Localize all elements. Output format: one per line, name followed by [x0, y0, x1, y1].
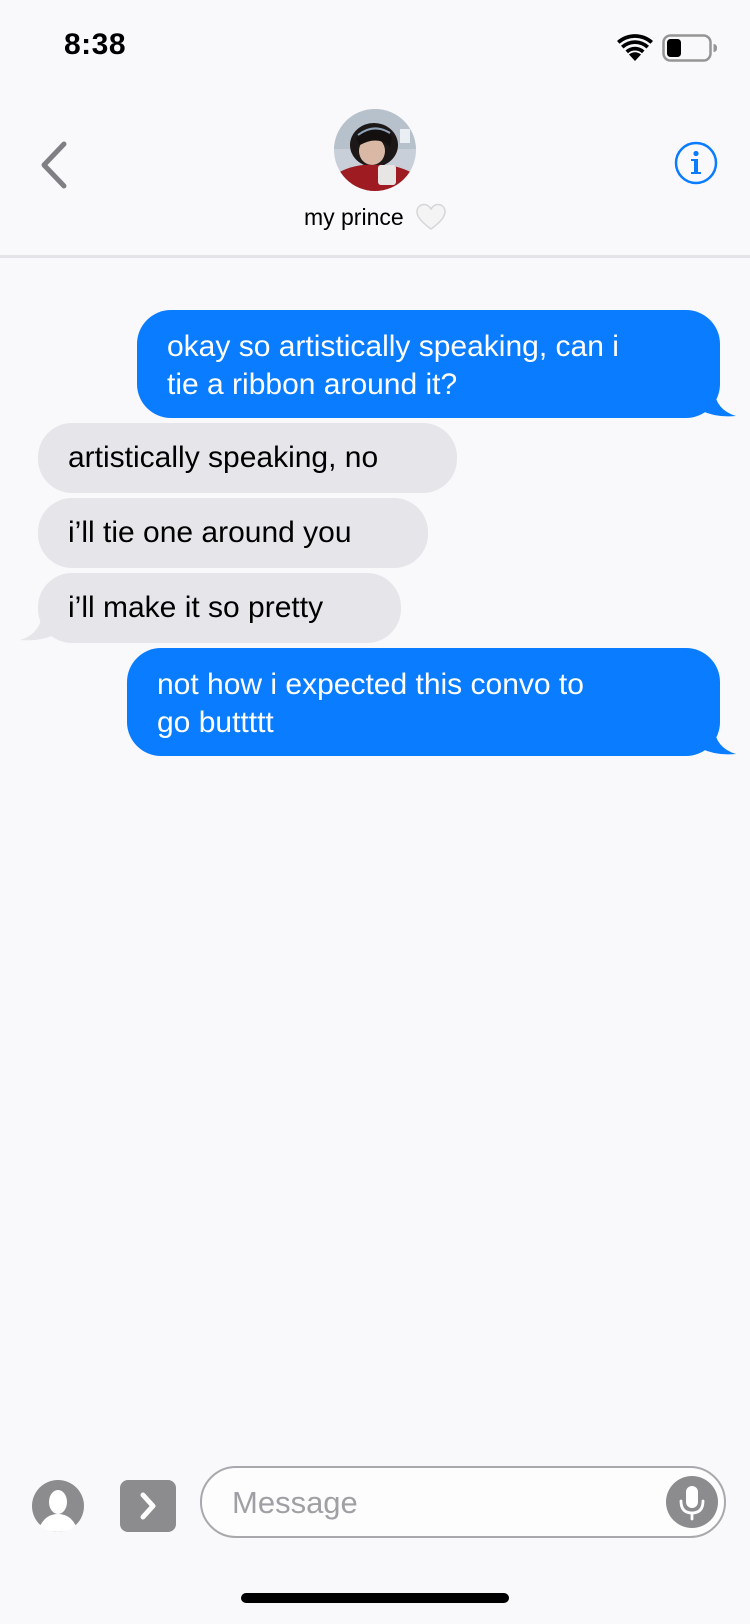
wifi-icon: [617, 34, 653, 61]
message-input[interactable]: [230, 1468, 634, 1538]
expand-apps-button[interactable]: [120, 1480, 176, 1532]
avatar-photo: [334, 109, 416, 191]
battery-icon: [662, 34, 717, 62]
home-indicator: [241, 1593, 509, 1603]
apps-button[interactable]: [32, 1480, 84, 1532]
info-icon: [674, 141, 718, 185]
contact-name-row[interactable]: my prince: [0, 202, 750, 232]
message-bubble-sent[interactable]: okay so artistically speaking, can i tie…: [137, 310, 720, 418]
message-bubble-received[interactable]: artistically speaking, no: [38, 423, 457, 493]
message-text-line: go buttttt: [157, 706, 274, 739]
chevron-left-icon: [41, 141, 67, 189]
app-store-icon: [32, 1480, 84, 1532]
contact-name: my prince: [303, 204, 404, 230]
messages-screen: 8:38 my prince okay so artistically spea…: [0, 0, 750, 1624]
message-bubble-received[interactable]: i’ll make it so pretty: [38, 573, 401, 643]
message-text-line: not how i expected this convo to: [157, 668, 584, 701]
info-button[interactable]: [674, 141, 718, 185]
message-text-line: artistically speaking, no: [68, 441, 379, 474]
message-bubble-sent[interactable]: not how i expected this convo to go butt…: [127, 648, 720, 756]
contact-avatar[interactable]: [334, 109, 416, 191]
header-divider: [0, 255, 750, 258]
microphone-icon: [679, 1486, 705, 1521]
back-button[interactable]: [34, 138, 74, 192]
message-text-line: i’ll make it so pretty: [68, 591, 324, 624]
dictation-button[interactable]: [666, 1476, 718, 1528]
message-text-line: i’ll tie one around you: [68, 516, 352, 549]
received-bubble-tail: [20, 614, 56, 641]
white-heart-icon: [416, 203, 446, 230]
sent-bubble-tail: [700, 728, 736, 755]
chevron-right-icon: [140, 1492, 156, 1520]
message-field[interactable]: [200, 1466, 726, 1538]
status-time: 8:38: [64, 28, 127, 61]
sent-bubble-tail: [700, 390, 736, 417]
message-bubble-received[interactable]: i’ll tie one around you: [38, 498, 428, 568]
message-text-line: tie a ribbon around it?: [167, 368, 458, 401]
message-text-line: okay so artistically speaking, can i: [167, 330, 619, 363]
